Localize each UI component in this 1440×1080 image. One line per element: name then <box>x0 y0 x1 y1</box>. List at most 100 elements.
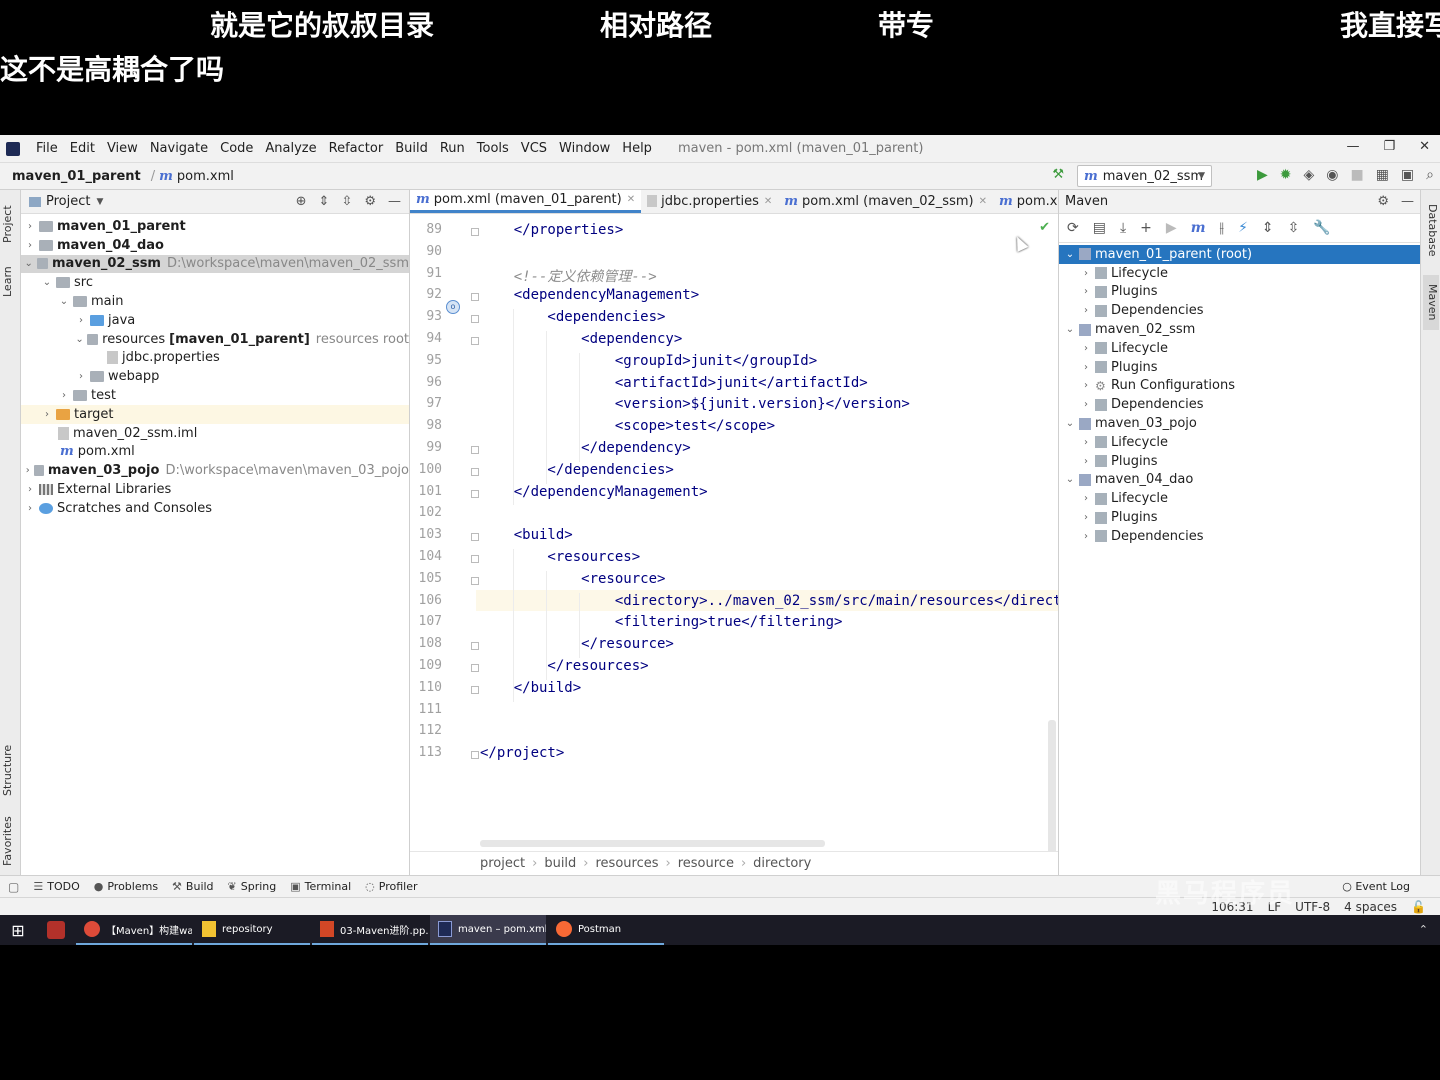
tree-item-main[interactable]: ⌄ main <box>21 292 409 311</box>
menu-view[interactable]: View <box>101 141 144 156</box>
expand-all-icon[interactable]: ⇕ <box>319 194 330 209</box>
structure-tool-tab[interactable]: Structure <box>1 735 19 805</box>
tab-pom-parent[interactable]: m pom.xml (maven_01_parent) ✕ <box>410 190 642 213</box>
menu-help[interactable]: Help <box>616 141 658 156</box>
terminal-tool-button[interactable]: ▣ Terminal <box>290 880 351 893</box>
chevron-down-icon[interactable]: ⌄ <box>1063 324 1077 335</box>
chevron-right-icon[interactable]: › <box>1079 456 1093 467</box>
profile-icon[interactable]: ◉ <box>1326 167 1338 183</box>
horizontal-scrollbar[interactable] <box>480 840 825 847</box>
project-tool-tab[interactable]: Project <box>1 198 19 250</box>
toggle-panels-icon[interactable]: ▢ <box>8 880 19 894</box>
fold-marker-icon[interactable] <box>471 446 479 454</box>
chevron-right-icon[interactable]: › <box>23 465 32 476</box>
taskbar-app-powerpoint[interactable]: 03-Maven进阶.pp... <box>312 915 428 945</box>
tree-item-iml[interactable]: maven_02_ssm.iml <box>21 424 409 443</box>
chevron-right-icon[interactable]: › <box>1079 343 1093 354</box>
hide-icon[interactable]: — <box>388 194 401 209</box>
learn-tool-tab[interactable]: Learn <box>1 262 19 302</box>
maven-tree-item-plugins[interactable]: › Plugins <box>1059 358 1420 377</box>
maven-tree-item-dependencies[interactable]: › Dependencies <box>1059 527 1420 546</box>
menu-build[interactable]: Build <box>389 141 434 156</box>
chevron-right-icon[interactable]: › <box>1079 531 1093 542</box>
tree-item-scratches[interactable]: › Scratches and Consoles <box>21 499 409 518</box>
problems-tool-button[interactable]: ● Problems <box>94 880 158 893</box>
maven-tree-item-lifecycle[interactable]: › Lifecycle <box>1059 489 1420 508</box>
maven-tree-item-lifecycle[interactable]: › Lifecycle <box>1059 339 1420 358</box>
maven-tree-item-lifecycle[interactable]: › Lifecycle <box>1059 433 1420 452</box>
menu-run[interactable]: Run <box>434 141 471 156</box>
taskbar-app-chrome[interactable]: 【Maven】构建wa... <box>76 915 192 945</box>
collapse-all-icon[interactable]: ⇳ <box>1288 220 1300 236</box>
maven-tree-item-run-configurations[interactable]: › ⚙ Run Configurations <box>1059 377 1420 396</box>
minimize-button[interactable]: — <box>1346 139 1359 154</box>
chevron-right-icon[interactable]: › <box>1079 268 1093 279</box>
tree-item-external-libraries[interactable]: › External Libraries <box>21 480 409 499</box>
chevron-right-icon[interactable]: › <box>74 315 88 326</box>
menu-file[interactable]: File <box>30 141 64 156</box>
breadcrumb-build[interactable]: build <box>544 856 576 871</box>
chevron-right-icon[interactable]: › <box>23 484 37 495</box>
tree-item-maven-03-pojo[interactable]: › maven_03_pojo D:\workspace\maven\maven… <box>21 461 409 480</box>
add-maven-project-icon[interactable]: ▤ <box>1093 220 1106 236</box>
tab-pom-truncated[interactable]: m pom.xml (mav <box>993 190 1058 213</box>
maven-tree-item-plugins[interactable]: › Plugins <box>1059 452 1420 471</box>
execute-maven-goal-icon[interactable]: m <box>1191 220 1206 236</box>
maven-tree-item-dependencies[interactable]: › Dependencies <box>1059 301 1420 320</box>
fold-marker-icon[interactable] <box>471 315 479 324</box>
chevron-right-icon[interactable]: › <box>1079 437 1093 448</box>
maven-tool-tab[interactable]: Maven <box>1423 275 1439 330</box>
maven-tree-item-maven-02-ssm[interactable]: ⌄ maven_02_ssm <box>1059 320 1420 339</box>
run-icon[interactable]: ▶ <box>1166 220 1177 236</box>
taskbar-app-explorer[interactable]: repository <box>194 915 310 945</box>
chevron-down-icon[interactable]: ▼ <box>96 197 103 207</box>
breadcrumb-resource[interactable]: resource <box>678 856 734 871</box>
taskbar-app-intellij[interactable]: maven – pom.xml... <box>430 915 546 945</box>
chevron-down-icon[interactable]: ⌄ <box>57 296 71 307</box>
nav-crumb-file[interactable]: pom.xml <box>173 169 234 184</box>
tree-item-src[interactable]: ⌄ src <box>21 273 409 292</box>
profiler-tool-button[interactable]: ◌ Profiler <box>365 880 417 893</box>
tree-item-resources[interactable]: ⌄ resources [maven_01_parent] resources … <box>21 330 409 349</box>
maven-tree-item-plugins[interactable]: › Plugins <box>1059 508 1420 527</box>
windows-start-icon[interactable]: ⊞ <box>0 915 36 945</box>
breadcrumb-project[interactable]: project <box>480 856 525 871</box>
maven-tree-item-dependencies[interactable]: › Dependencies <box>1059 395 1420 414</box>
vertical-scrollbar[interactable] <box>1048 720 1056 870</box>
nav-crumb-project[interactable]: maven_01_parent <box>0 169 147 184</box>
chevron-down-icon[interactable]: ⌄ <box>1063 249 1077 260</box>
chevron-down-icon[interactable]: ⌄ <box>23 258 35 269</box>
chevron-down-icon[interactable]: ⌄ <box>74 334 85 345</box>
tree-item-maven-02-ssm[interactable]: ⌄ maven_02_ssm D:\workspace\maven\maven_… <box>21 254 409 274</box>
taskbar-app-postman[interactable]: Postman <box>548 915 664 945</box>
fold-marker-icon[interactable] <box>471 489 479 498</box>
tree-item-target[interactable]: › target <box>21 404 409 424</box>
download-icon[interactable]: ⤓ <box>1120 220 1126 236</box>
menu-tools[interactable]: Tools <box>471 141 515 156</box>
tab-pom-ssm[interactable]: m pom.xml (maven_02_ssm) ✕ <box>778 190 993 213</box>
fold-marker-icon[interactable] <box>471 664 479 672</box>
tree-item-pom-xml[interactable]: m pom.xml <box>21 443 409 462</box>
file-encoding[interactable]: UTF-8 <box>1295 900 1330 914</box>
fold-marker-icon[interactable] <box>471 533 479 542</box>
run-configuration-select[interactable]: m maven_02_ssm ▼ <box>1077 165 1212 187</box>
fold-marker-icon[interactable] <box>471 642 479 651</box>
debug-icon[interactable]: ✹ <box>1280 167 1292 183</box>
event-log-button[interactable]: ○ Event Log <box>1342 880 1410 893</box>
build-hammer-icon[interactable]: ⚒ <box>1052 167 1064 182</box>
fold-marker-icon[interactable] <box>471 228 479 236</box>
fold-marker-icon[interactable] <box>471 337 479 345</box>
tree-item-java[interactable]: › java <box>21 311 409 330</box>
show-dependencies-icon[interactable]: ⇕ <box>1262 220 1274 236</box>
tree-item-maven-04-dao[interactable]: › maven_04_dao <box>21 236 409 255</box>
skip-tests-icon[interactable]: ⚡ <box>1238 220 1248 236</box>
maven-tree-item-lifecycle[interactable]: › Lifecycle <box>1059 264 1420 283</box>
override-marker-icon[interactable]: o <box>446 300 460 314</box>
chevron-right-icon[interactable]: › <box>1079 305 1093 316</box>
wrench-icon[interactable]: 🔧 <box>1313 220 1330 236</box>
indent-setting[interactable]: 4 spaces <box>1344 900 1397 914</box>
fold-marker-icon[interactable] <box>471 555 479 563</box>
chevron-right-icon[interactable]: › <box>74 371 88 382</box>
maven-tree-item-maven-01-parent-root[interactable]: ⌄ maven_01_parent (root) <box>1059 245 1420 264</box>
spring-tool-button[interactable]: ❦ Spring <box>228 880 277 893</box>
